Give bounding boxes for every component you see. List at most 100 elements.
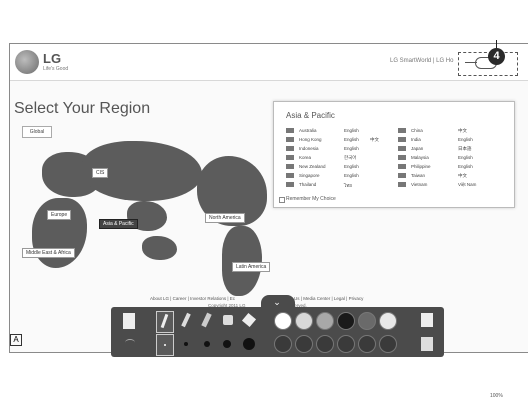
marker-icon[interactable] [181, 312, 191, 328]
color-palette [274, 312, 404, 330]
country-row[interactable]: Vietnam Việt Nam [398, 182, 508, 189]
flag-icon [398, 146, 406, 151]
color-swatch[interactable] [379, 335, 397, 353]
region-middle-east-africa[interactable]: Middle East & Africa [22, 248, 75, 258]
color-palette-row-2 [274, 335, 404, 353]
right-country-list: China 中文 India English Japan 日本語 Malaysia Engli… [398, 128, 508, 193]
page-title: Select Your Region [14, 100, 151, 117]
browser-window: LG Life's Good LG SmartWorld | LG Ho 4 S… [9, 40, 528, 399]
dot-size-3[interactable] [204, 341, 210, 347]
country-row[interactable]: Singapore English [286, 173, 396, 180]
undo-curve-icon[interactable] [125, 339, 135, 346]
country-row[interactable]: India English [398, 137, 508, 144]
color-swatch[interactable] [295, 335, 313, 353]
color-swatch[interactable] [379, 312, 397, 330]
lg-logo-icon[interactable] [15, 50, 39, 74]
zoom-level[interactable]: 100% [490, 393, 503, 399]
remember-checkbox[interactable] [279, 197, 285, 203]
color-swatch[interactable] [337, 335, 355, 353]
region-north-america[interactable]: North America [205, 213, 245, 223]
country-name[interactable]: Japan [411, 146, 423, 151]
country-name[interactable]: Korea [299, 155, 311, 160]
country-row[interactable]: Taiwan 中文 [398, 173, 508, 180]
chevron-down-icon[interactable]: ⌄ [272, 297, 282, 307]
flag-icon [286, 173, 294, 178]
top-links[interactable]: LG SmartWorld | LG Ho [390, 58, 453, 64]
size-1-selected[interactable] [156, 334, 174, 356]
font-size-icon[interactable]: A [10, 334, 22, 346]
country-language[interactable]: English [344, 128, 359, 133]
country-row[interactable]: Hong Kong English 中文 [286, 137, 396, 144]
region-asia-pacific[interactable]: Asia & Pacific [99, 219, 138, 229]
country-name[interactable]: New Zealand [299, 164, 326, 169]
page-icon[interactable] [123, 313, 135, 329]
country-row[interactable]: Malaysia English [398, 155, 508, 162]
region-europe[interactable]: Europe [47, 210, 72, 220]
australia-shape [142, 236, 177, 260]
eraser-icon[interactable] [241, 312, 257, 328]
country-row[interactable]: Indonesia English [286, 146, 396, 153]
global-button[interactable]: Global [22, 126, 52, 138]
country-row[interactable]: Japan 日本語 [398, 146, 508, 153]
country-name[interactable]: India [411, 137, 421, 142]
color-swatch[interactable] [337, 312, 355, 330]
footer-links[interactable]: About LG | Career | Investor Relations |… [150, 296, 363, 301]
country-name[interactable]: Philippine [411, 164, 431, 169]
country-name[interactable]: Indonesia [299, 146, 319, 151]
country-row[interactable]: China 中文 [398, 128, 508, 135]
country-name[interactable]: China [411, 128, 423, 133]
country-name[interactable]: Taiwan [411, 173, 425, 178]
region-latin-america[interactable]: Latin America [232, 262, 271, 272]
country-language[interactable]: 中文 [458, 173, 467, 179]
brush-icon[interactable] [201, 312, 212, 328]
dot-size-5[interactable] [243, 338, 255, 350]
print-icon[interactable] [421, 337, 433, 351]
country-language[interactable]: English [344, 137, 359, 142]
country-language[interactable]: English [458, 155, 473, 160]
dot-size-4[interactable] [223, 340, 231, 348]
country-name[interactable]: Malaysia [411, 155, 429, 160]
country-language[interactable]: ไทย [344, 182, 352, 189]
country-row[interactable]: Korea 한국어 [286, 155, 396, 162]
color-swatch[interactable] [316, 335, 334, 353]
country-name[interactable]: Singapore [299, 173, 320, 178]
country-row[interactable]: Australia English [286, 128, 396, 135]
color-swatch[interactable] [274, 312, 292, 330]
country-row[interactable]: Thailand ไทย [286, 182, 396, 189]
dot-size-2[interactable] [184, 342, 188, 346]
color-swatch[interactable] [295, 312, 313, 330]
country-language[interactable]: English [344, 146, 359, 151]
south-america-shape [222, 226, 262, 296]
region-cis[interactable]: CIS [92, 168, 109, 178]
country-row[interactable]: Philippine English [398, 164, 508, 171]
remember-label: Remember My Choice [286, 196, 336, 202]
country-language[interactable]: English [344, 173, 359, 178]
country-language[interactable]: Việt Nam [458, 182, 476, 187]
country-name[interactable]: Hong Kong [299, 137, 322, 142]
country-name[interactable]: Vietnam [411, 182, 427, 187]
flag-icon [286, 182, 294, 187]
color-swatch[interactable] [358, 312, 376, 330]
country-language[interactable]: English [458, 137, 473, 142]
color-swatch[interactable] [316, 312, 334, 330]
country-name[interactable]: Thailand [299, 182, 316, 187]
country-language[interactable]: English [458, 164, 473, 169]
flag-icon [398, 137, 406, 142]
color-swatch[interactable] [274, 335, 292, 353]
country-language[interactable]: 한국어 [344, 155, 356, 161]
pen-tool-selected[interactable] [156, 311, 174, 333]
bucket-icon[interactable] [223, 315, 233, 325]
country-language-alt[interactable]: 中文 [370, 137, 379, 143]
save-icon[interactable] [421, 313, 433, 327]
country-name[interactable]: Australia [299, 128, 317, 133]
country-row[interactable]: New Zealand English [286, 164, 396, 171]
flag-icon [286, 155, 294, 160]
footer-links-end[interactable]: ntact Us | Media Center | Legal | Privac… [283, 296, 363, 301]
flag-icon [398, 155, 406, 160]
color-swatch[interactable] [358, 335, 376, 353]
country-language[interactable]: 日本語 [458, 146, 472, 152]
country-language[interactable]: 中文 [458, 128, 467, 134]
country-language[interactable]: English [344, 164, 359, 169]
flag-icon [398, 164, 406, 169]
footer-links-start[interactable]: About LG | Career | Investor Relations |… [150, 296, 235, 301]
